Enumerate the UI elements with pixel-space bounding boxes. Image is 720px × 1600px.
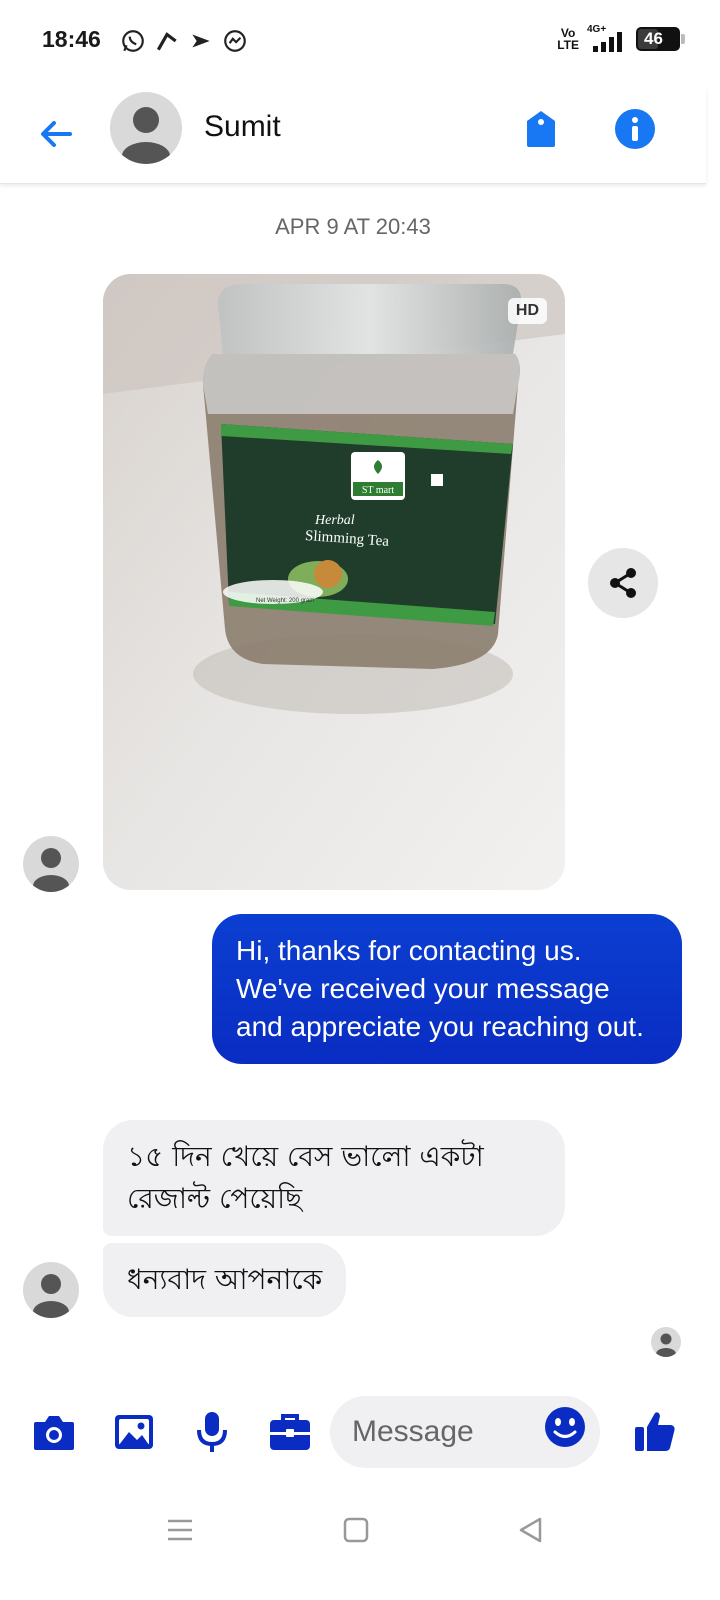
photo-line1: Herbal xyxy=(314,513,355,528)
contact-avatar[interactable] xyxy=(110,92,182,164)
volte-bottom: LTE xyxy=(557,38,579,52)
chat-header: Sumit xyxy=(0,88,706,184)
image-icon xyxy=(115,1415,153,1449)
share-button[interactable] xyxy=(588,548,658,618)
tag-button[interactable] xyxy=(518,106,564,152)
like-button[interactable] xyxy=(630,1406,680,1456)
thumbs-up-icon xyxy=(635,1412,675,1451)
gallery-button[interactable] xyxy=(110,1408,158,1456)
sender-avatar[interactable] xyxy=(23,1262,79,1318)
incoming-message[interactable]: ১৫ দিন খেয়ে বেস ভালো একটা রেজাল্ট পেয়ে… xyxy=(103,1120,565,1236)
photo-brand: ST mart xyxy=(362,485,395,496)
status-bar: 18:46 Vo LTE 4G+ 46 xyxy=(0,0,720,80)
sender-avatar[interactable] xyxy=(23,836,79,892)
signal-icon: 4G+ xyxy=(587,24,622,52)
default-avatar-icon xyxy=(122,107,170,164)
seen-indicator-avatar xyxy=(651,1327,681,1357)
default-avatar-icon xyxy=(33,848,69,892)
emoji-button[interactable] xyxy=(544,1406,586,1448)
volte-indicator: Vo LTE xyxy=(557,27,579,51)
photo-message[interactable]: ST mart Herbal Slimming Tea Net Weight: … xyxy=(103,274,565,890)
default-avatar-icon xyxy=(33,1274,69,1318)
product-photo: ST mart Herbal Slimming Tea Net Weight: … xyxy=(103,274,565,890)
hd-badge: HD xyxy=(507,298,547,324)
status-time: 18:46 xyxy=(42,26,101,52)
business-tools-button[interactable] xyxy=(266,1408,314,1456)
outgoing-message[interactable]: Hi, thanks for contacting us. We've rece… xyxy=(212,914,682,1064)
incoming-message[interactable]: ধন্যবাদ আপনাকে xyxy=(103,1243,347,1317)
triangle-back-icon xyxy=(519,1517,542,1543)
message-composer xyxy=(0,1390,720,1474)
tag-icon xyxy=(527,111,555,147)
back-nav-button[interactable] xyxy=(510,1510,550,1550)
contact-name[interactable]: Sumit xyxy=(204,110,281,144)
photo-weight: Net Weight: 200 gram xyxy=(256,598,314,604)
messenger-icon xyxy=(224,30,246,52)
info-button[interactable] xyxy=(612,106,658,152)
back-button[interactable] xyxy=(30,108,82,160)
battery-icon: 46 xyxy=(636,27,685,51)
navigation-icon xyxy=(192,34,210,48)
voice-button[interactable] xyxy=(188,1408,236,1456)
arrow-left-icon xyxy=(41,121,72,147)
camera-button[interactable] xyxy=(30,1408,78,1456)
info-icon xyxy=(615,109,655,149)
menu-icon xyxy=(168,1519,192,1541)
whatsapp-icon xyxy=(122,30,144,52)
battery-level: 46 xyxy=(644,29,663,48)
status-right: Vo LTE 4G+ 46 xyxy=(557,24,685,52)
recents-button[interactable] xyxy=(160,1510,200,1550)
smiley-icon xyxy=(545,1407,585,1447)
camera-icon xyxy=(34,1416,74,1450)
call-icon xyxy=(156,32,177,51)
signal-label: 4G+ xyxy=(587,24,607,35)
square-icon xyxy=(343,1517,369,1543)
microphone-icon xyxy=(197,1412,227,1452)
briefcase-icon xyxy=(270,1414,310,1450)
message-timestamp: APR 9 AT 20:43 xyxy=(275,214,431,239)
system-navigation-bar xyxy=(0,1490,720,1570)
share-icon xyxy=(610,568,636,598)
default-avatar-icon xyxy=(656,1333,676,1357)
notification-icons xyxy=(120,28,248,54)
home-button[interactable] xyxy=(336,1510,376,1550)
